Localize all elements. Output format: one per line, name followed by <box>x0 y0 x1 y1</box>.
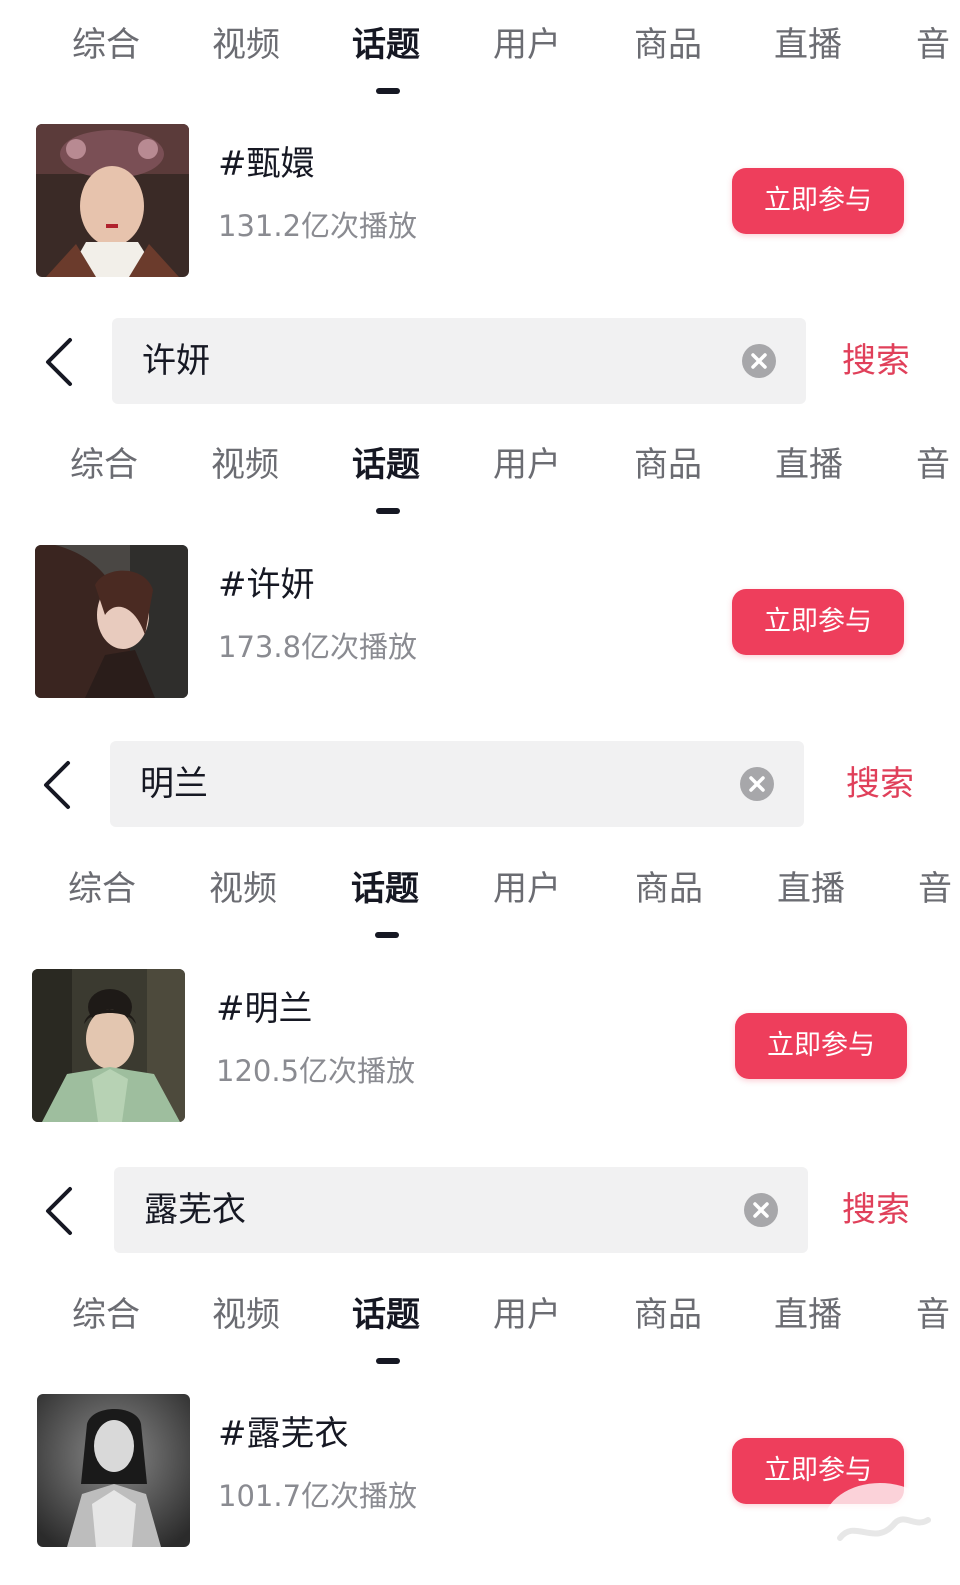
tab-comprehensive[interactable]: 综合 <box>70 430 138 500</box>
clear-x-icon[interactable] <box>740 767 774 801</box>
search-query[interactable]: 露芜衣 <box>144 1167 246 1253</box>
tab-video[interactable]: 视频 <box>212 1280 280 1350</box>
back-chevron-icon[interactable] <box>34 755 82 815</box>
tab-live[interactable]: 直播 <box>777 854 845 924</box>
search-input[interactable]: 露芜衣 <box>114 1167 808 1253</box>
active-tab-indicator <box>376 88 400 94</box>
clear-x-icon[interactable] <box>744 1193 778 1227</box>
topic-thumbnail[interactable] <box>32 969 185 1122</box>
tab-topic[interactable]: 话题 <box>351 854 419 924</box>
search-bar: 许妍 搜索 <box>0 318 960 406</box>
topic-thumbnail[interactable] <box>35 545 188 698</box>
search-input[interactable]: 许妍 <box>112 318 806 404</box>
topic-result[interactable]: #许妍 173.8亿次播放 立即参与 <box>0 545 960 700</box>
search-input[interactable]: 明兰 <box>110 741 804 827</box>
topic-play-count: 173.8亿次播放 <box>218 630 418 664</box>
active-tab-indicator <box>375 932 399 938</box>
tab-user[interactable]: 用户 <box>493 430 561 500</box>
tab-user[interactable]: 用户 <box>493 854 561 924</box>
join-now-button[interactable]: 立即参与 <box>732 168 904 234</box>
active-tab-indicator <box>376 508 400 514</box>
back-chevron-icon[interactable] <box>36 332 84 392</box>
topic-title[interactable]: #露芜衣 <box>218 1412 349 1456</box>
search-bar: 明兰 搜索 <box>0 741 960 829</box>
search-bar: 露芜衣 搜索 <box>0 1167 960 1255</box>
tab-topic[interactable]: 话题 <box>352 430 420 500</box>
tab-live[interactable]: 直播 <box>774 10 842 80</box>
topic-result[interactable]: #露芜衣 101.7亿次播放 立即参与 <box>0 1394 960 1549</box>
tab-live[interactable]: 直播 <box>774 1280 842 1350</box>
tab-bar: 综合 视频 话题 用户 商品 直播 音 <box>0 1280 960 1370</box>
back-chevron-icon[interactable] <box>36 1181 84 1241</box>
search-button[interactable]: 搜索 <box>842 318 910 404</box>
tab-music[interactable]: 音 <box>918 854 952 924</box>
tab-comprehensive[interactable]: 综合 <box>68 854 136 924</box>
tab-live[interactable]: 直播 <box>775 430 843 500</box>
topic-result[interactable]: #甄嬛 131.2亿次播放 立即参与 <box>0 124 960 279</box>
tab-product[interactable]: 商品 <box>634 430 702 500</box>
tab-product[interactable]: 商品 <box>634 10 702 80</box>
topic-result[interactable]: #明兰 120.5亿次播放 立即参与 <box>0 969 960 1124</box>
search-button[interactable]: 搜索 <box>842 1167 910 1253</box>
tab-product[interactable]: 商品 <box>634 1280 702 1350</box>
topic-title[interactable]: #许妍 <box>218 563 315 607</box>
tab-user[interactable]: 用户 <box>493 1280 561 1350</box>
tab-topic[interactable]: 话题 <box>352 1280 420 1350</box>
search-query[interactable]: 明兰 <box>140 741 208 827</box>
watermark-logo <box>820 1478 940 1568</box>
tab-bar: 综合 视频 话题 用户 商品 直播 音 <box>0 10 960 100</box>
active-tab-indicator <box>376 1358 400 1364</box>
tab-topic[interactable]: 话题 <box>352 10 420 80</box>
topic-thumbnail[interactable] <box>36 124 189 277</box>
clear-x-icon[interactable] <box>742 344 776 378</box>
search-button[interactable]: 搜索 <box>846 741 914 827</box>
tab-comprehensive[interactable]: 综合 <box>72 1280 140 1350</box>
tab-music[interactable]: 音 <box>916 10 950 80</box>
tab-user[interactable]: 用户 <box>493 10 561 80</box>
join-now-button[interactable]: 立即参与 <box>735 1013 907 1079</box>
topic-play-count: 120.5亿次播放 <box>216 1054 416 1088</box>
tab-video[interactable]: 视频 <box>212 10 280 80</box>
tab-video[interactable]: 视频 <box>211 430 279 500</box>
tab-video[interactable]: 视频 <box>209 854 277 924</box>
tab-music[interactable]: 音 <box>916 1280 950 1350</box>
topic-play-count: 131.2亿次播放 <box>218 209 418 243</box>
tab-bar: 综合 视频 话题 用户 商品 直播 音 <box>0 430 960 520</box>
join-now-button[interactable]: 立即参与 <box>732 589 904 655</box>
topic-thumbnail[interactable] <box>37 1394 190 1547</box>
tab-product[interactable]: 商品 <box>635 854 703 924</box>
tab-comprehensive[interactable]: 综合 <box>72 10 140 80</box>
tab-music[interactable]: 音 <box>916 430 950 500</box>
topic-title[interactable]: #明兰 <box>216 987 313 1031</box>
search-query[interactable]: 许妍 <box>142 318 210 404</box>
topic-title[interactable]: #甄嬛 <box>218 142 315 186</box>
topic-play-count: 101.7亿次播放 <box>218 1479 418 1513</box>
tab-bar: 综合 视频 话题 用户 商品 直播 音 <box>0 854 960 944</box>
